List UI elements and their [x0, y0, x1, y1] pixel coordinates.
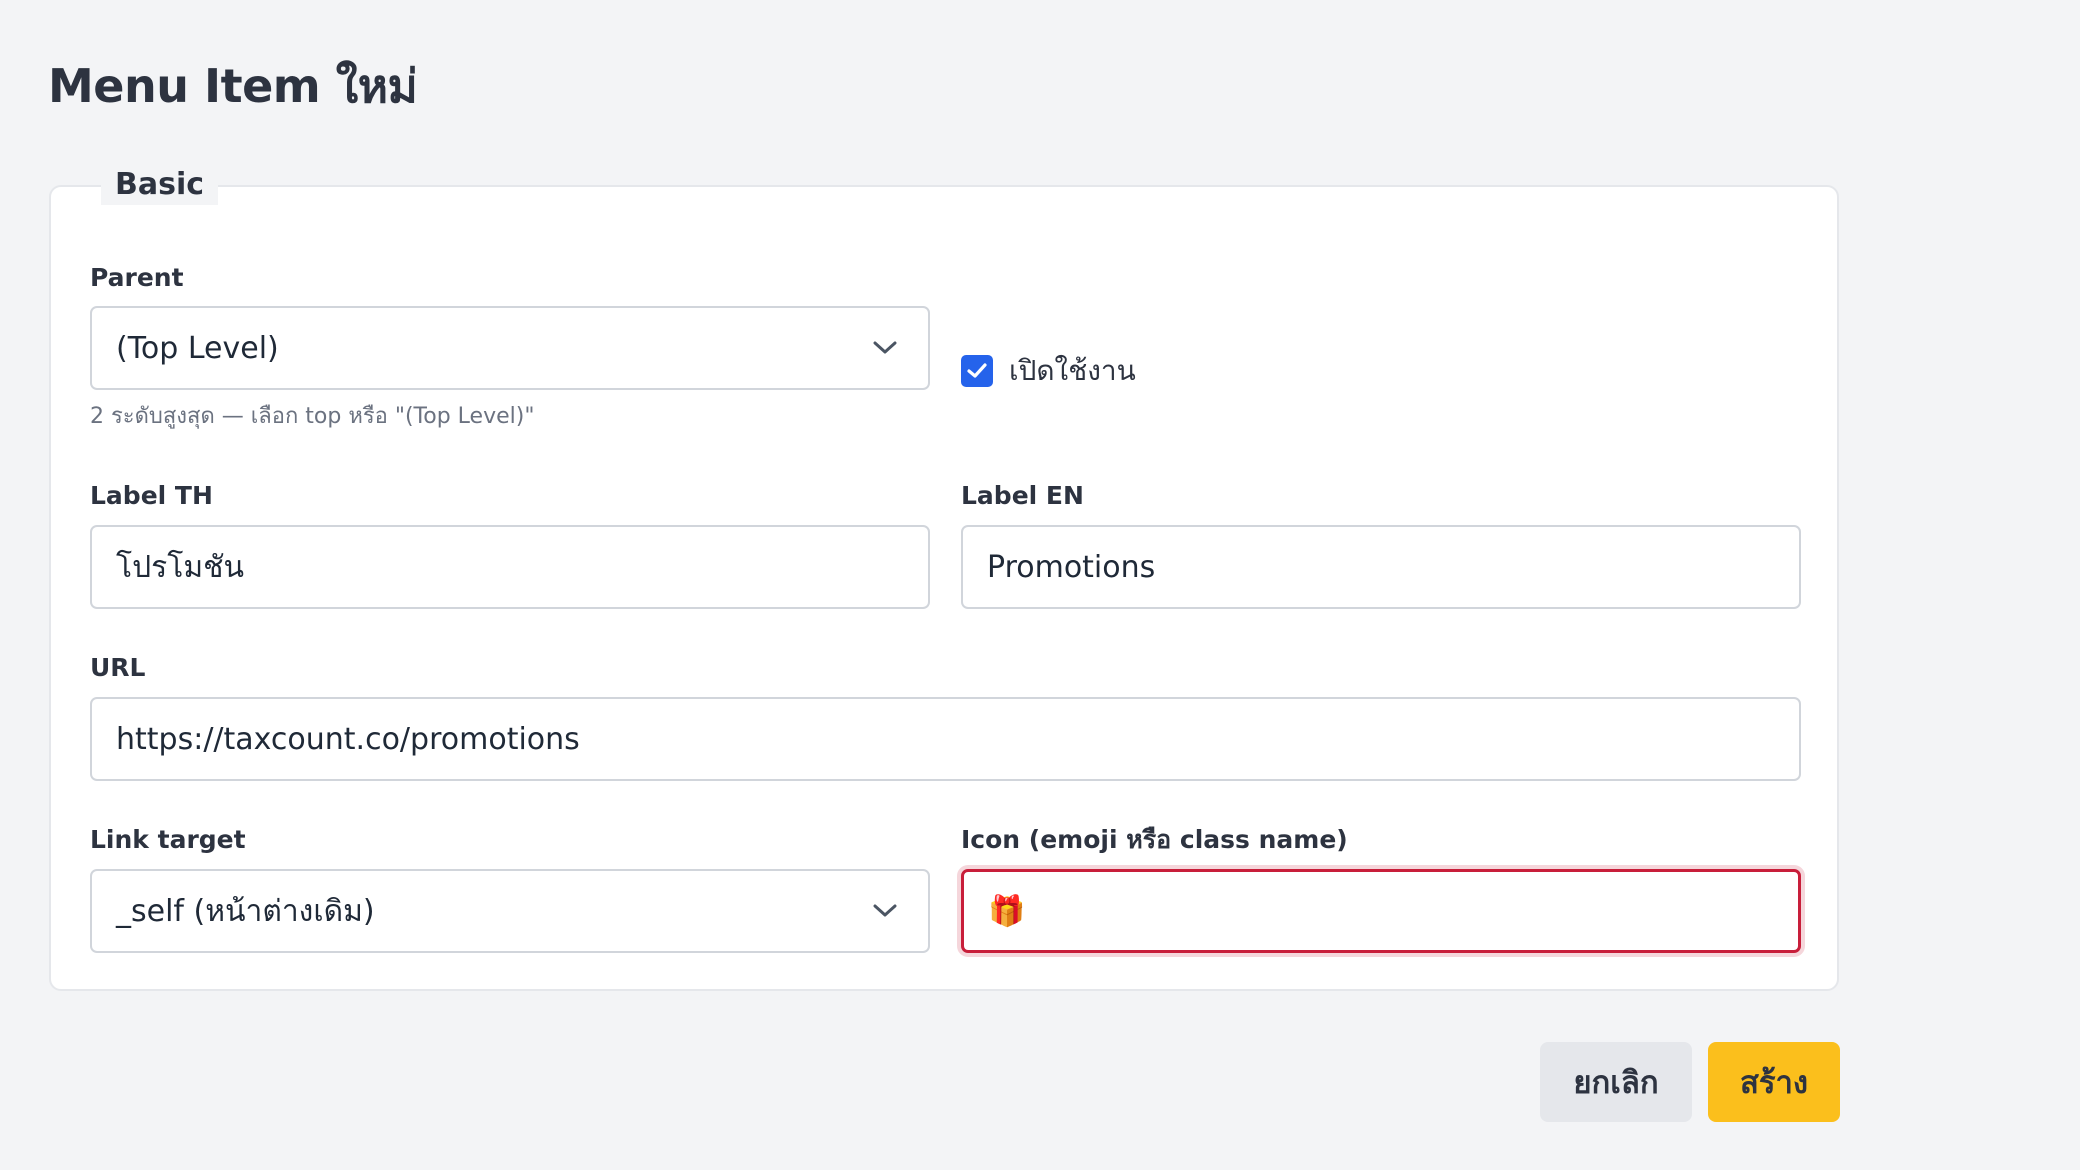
- label-th-input[interactable]: โปรโมชัน: [90, 525, 930, 609]
- parent-hint: 2 ระดับสูงสุด — เลือก top หรือ "(Top Lev…: [90, 404, 535, 429]
- label-en-input[interactable]: Promotions: [961, 525, 1801, 609]
- icon-label: Icon (emoji หรือ class name): [961, 825, 1348, 854]
- icon-value: 🎁: [988, 893, 1026, 929]
- cancel-button[interactable]: ยกเลิก: [1540, 1042, 1692, 1122]
- check-icon: [967, 363, 987, 378]
- parent-select[interactable]: (Top Level): [90, 306, 930, 390]
- section-legend: Basic: [101, 165, 219, 205]
- basic-section-card: Basic Parent (Top Level) 2 ระดับสูงสุด —…: [49, 165, 1839, 991]
- label-th-label: Label TH: [90, 481, 213, 510]
- link-target-select[interactable]: _self (หน้าต่างเดิม): [90, 869, 930, 953]
- parent-label: Parent: [90, 263, 184, 292]
- chevron-down-icon: [870, 333, 900, 363]
- enabled-checkbox-row[interactable]: เปิดใช้งาน: [961, 349, 1136, 393]
- page-title: Menu Item ใหม่: [48, 59, 418, 113]
- parent-select-value: (Top Level): [116, 330, 279, 366]
- section-legend-text: Basic: [115, 167, 205, 202]
- enabled-checkbox-label: เปิดใช้งาน: [1009, 354, 1136, 387]
- url-value: https://taxcount.co/promotions: [116, 721, 580, 757]
- label-en-value: Promotions: [987, 549, 1156, 585]
- chevron-down-icon: [870, 896, 900, 926]
- link-target-label: Link target: [90, 825, 246, 854]
- url-label: URL: [90, 653, 146, 682]
- enabled-checkbox[interactable]: [961, 355, 993, 387]
- label-en-label: Label EN: [961, 481, 1084, 510]
- create-button[interactable]: สร้าง: [1708, 1042, 1840, 1122]
- icon-input[interactable]: 🎁: [961, 869, 1801, 953]
- url-input[interactable]: https://taxcount.co/promotions: [90, 697, 1801, 781]
- link-target-select-value: _self (หน้าต่างเดิม): [116, 893, 375, 929]
- label-th-value: โปรโมชัน: [116, 549, 245, 585]
